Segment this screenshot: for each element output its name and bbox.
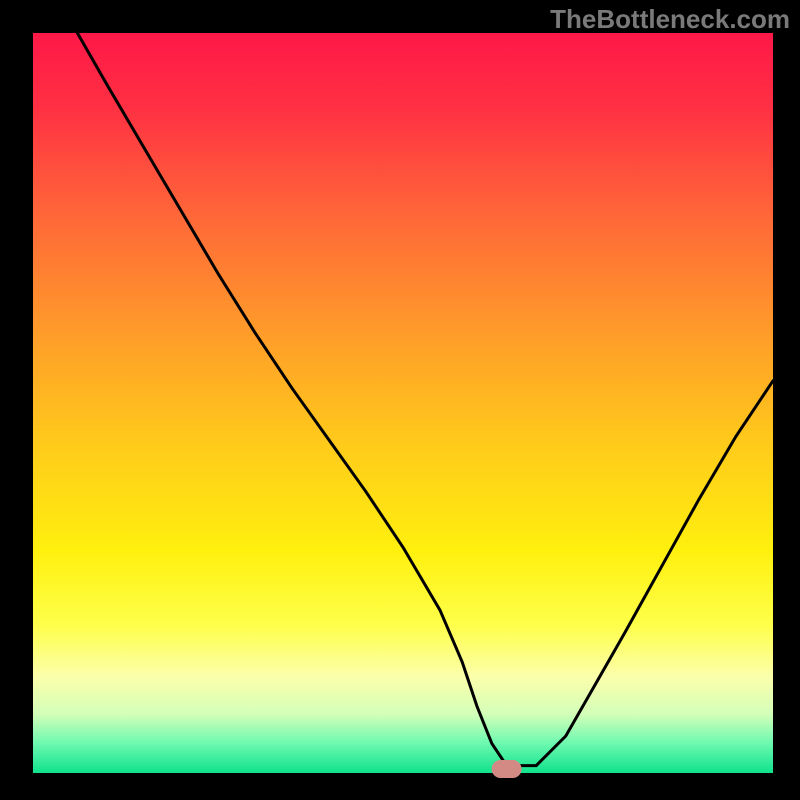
watermark-text: TheBottleneck.com — [550, 4, 790, 35]
optimal-marker — [492, 760, 522, 778]
bottleneck-chart — [0, 0, 800, 800]
chart-container: TheBottleneck.com — [0, 0, 800, 800]
plot-background — [33, 33, 773, 773]
